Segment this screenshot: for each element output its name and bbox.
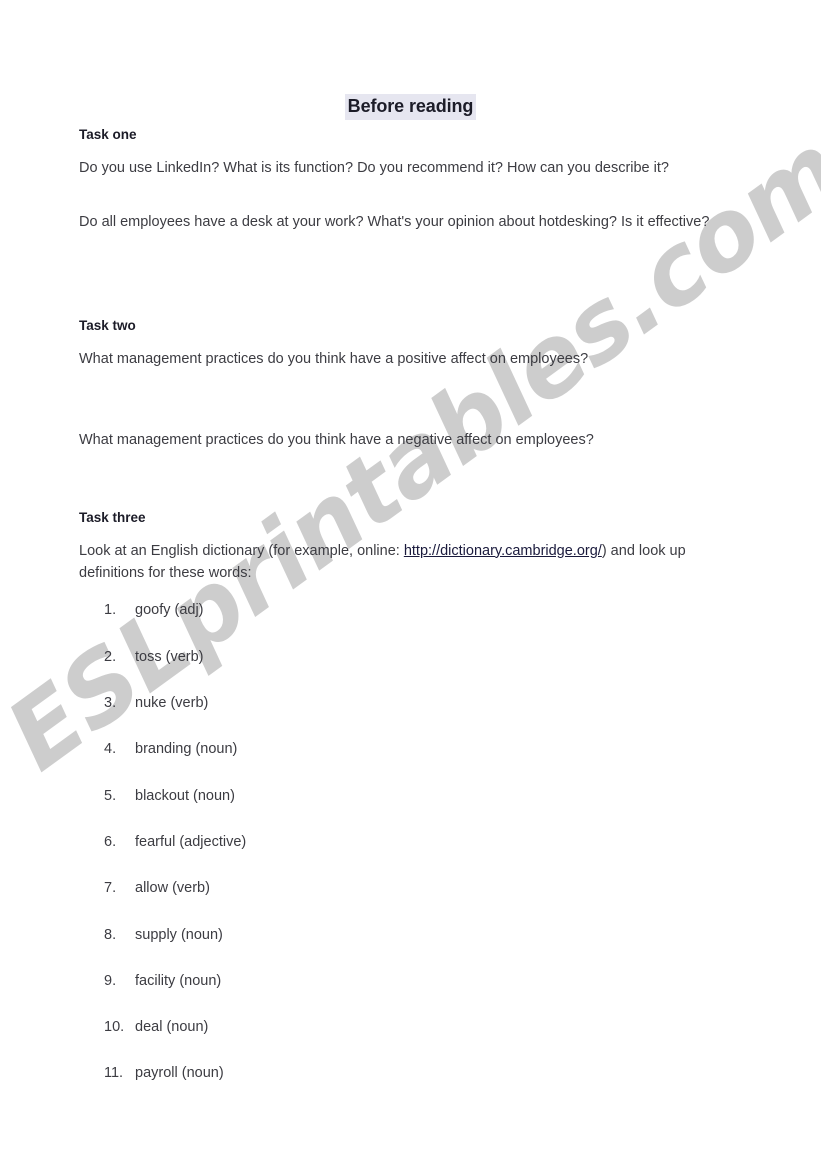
list-item-number: 4. (104, 741, 117, 758)
list-item-number: 3. (104, 695, 117, 712)
list-item: 10. deal (noun) (79, 1017, 741, 1037)
page-title-container: Before reading (0, 94, 821, 120)
task-three-heading: Task three (79, 509, 146, 525)
task-one-paragraph-1: Do you use LinkedIn? What is its functio… (79, 159, 669, 176)
document-body: Task one Do you use LinkedIn? What is it… (79, 126, 741, 1110)
list-item-label: allow (verb) (135, 880, 210, 897)
list-item: 6. fearful (adjective) (79, 832, 741, 852)
instructions-text-before-link: Look at an English dictionary (for examp… (79, 542, 404, 559)
list-item-number: 1. (104, 602, 117, 619)
list-item: 2. toss (verb) (79, 647, 741, 667)
vocabulary-word-list: 1. goofy (adj) 2. toss (verb) 3. nuke (verb… (79, 600, 741, 1083)
list-item-label: deal (noun) (135, 1019, 209, 1036)
task-two-heading: Task two (79, 318, 136, 334)
list-item-number: 11. (104, 1065, 124, 1082)
list-item-label: branding (noun) (135, 741, 238, 758)
page-title: Before reading (344, 94, 477, 120)
list-item-number: 9. (104, 972, 117, 989)
list-item-number: 10. (104, 1019, 125, 1036)
list-item: 7. allow (verb) (79, 878, 741, 898)
list-item-number: 5. (104, 787, 117, 804)
cambridge-dictionary-link[interactable]: http://dictionary.cambridge.org/ (404, 543, 602, 559)
list-item-label: supply (noun) (135, 926, 223, 943)
task-two-paragraph-2: What management practices do you think h… (79, 431, 594, 448)
list-item-label: facility (noun) (135, 972, 222, 989)
list-item-label: fearful (adjective) (135, 833, 247, 850)
task-three-instructions: Look at an English dictionary (for examp… (79, 540, 741, 585)
list-item: 4. branding (noun) (79, 739, 741, 759)
list-item: 3. nuke (verb) (79, 693, 741, 713)
list-item-number: 7. (104, 880, 117, 897)
list-item-label: toss (verb) (135, 648, 204, 665)
list-item-label: payroll (noun) (135, 1065, 224, 1082)
list-item: 5. blackout (noun) (79, 786, 741, 806)
worksheet-page: ESLprintables.com Before reading Task on… (0, 0, 821, 1169)
list-item-label: blackout (noun) (135, 787, 235, 804)
task-two-paragraph-1: What management practices do you think h… (79, 351, 589, 368)
list-item-number: 2. (104, 648, 117, 665)
list-item: 9. facility (noun) (79, 971, 741, 991)
list-item-number: 8. (104, 926, 117, 943)
list-item: 1. goofy (adj) (79, 600, 741, 620)
list-item: 11. payroll (noun) (79, 1063, 741, 1083)
list-item-label: goofy (adj) (135, 602, 204, 619)
list-item-label: nuke (verb) (135, 695, 209, 712)
list-item: 8. supply (noun) (79, 925, 741, 945)
task-one-paragraph-2: Do all employees have a desk at your wor… (79, 214, 710, 231)
list-item-number: 6. (104, 833, 117, 850)
task-one-heading: Task one (79, 127, 137, 142)
